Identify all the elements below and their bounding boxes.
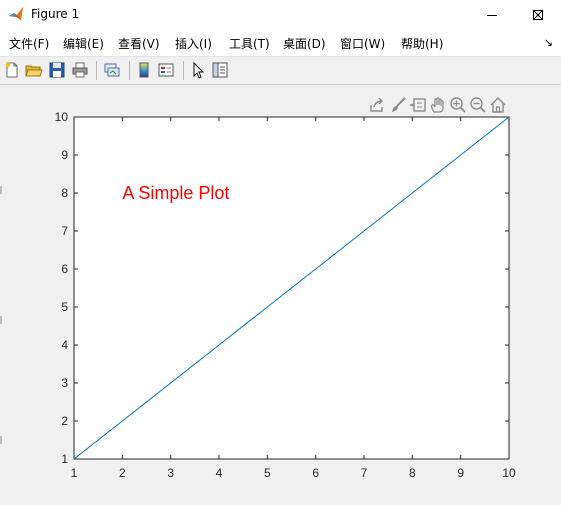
x-tick-label: 4 xyxy=(216,466,223,480)
x-tick-label: 6 xyxy=(312,466,319,480)
y-tick-label: 10 xyxy=(55,110,69,124)
y-tick-label: 5 xyxy=(61,300,68,314)
plot-canvas: 1 2 3 4 5 6 7 8 9 10 1 2 3 4 5 6 7 8 9 10 A Simple Plot xyxy=(55,110,516,480)
x-tick-label: 10 xyxy=(502,466,516,480)
x-tick-label: 5 xyxy=(264,466,271,480)
y-tick-label: 8 xyxy=(61,186,68,200)
y-tick-label: 3 xyxy=(61,376,68,390)
x-tick-label: 7 xyxy=(361,466,368,480)
y-tick-label: 7 xyxy=(61,224,68,238)
y-tick-label: 9 xyxy=(61,148,68,162)
x-tick-label: 9 xyxy=(457,466,464,480)
x-tick-label: 2 xyxy=(119,466,126,480)
y-tick-label: 4 xyxy=(61,338,68,352)
plot-annotation-text: A Simple Plot xyxy=(122,183,229,203)
x-tick-label: 1 xyxy=(71,466,78,480)
y-tick-label: 6 xyxy=(61,262,68,276)
y-tick-label: 1 xyxy=(61,452,68,466)
x-tick-label: 8 xyxy=(409,466,416,480)
x-tick-label: 3 xyxy=(167,466,174,480)
y-tick-label: 2 xyxy=(61,414,68,428)
